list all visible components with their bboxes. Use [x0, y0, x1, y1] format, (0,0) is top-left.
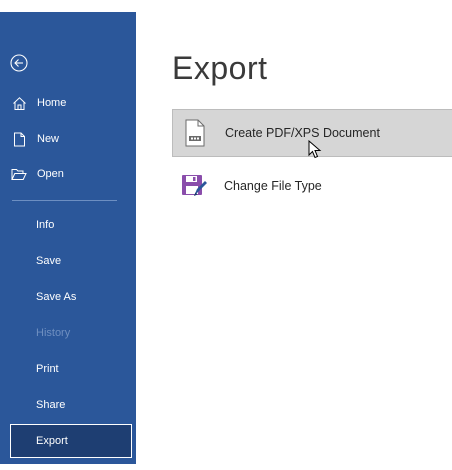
nav-print[interactable]: Print	[0, 355, 136, 383]
nav-home[interactable]: Home	[0, 89, 136, 117]
nav-share[interactable]: Share	[0, 391, 136, 419]
nav-save-as[interactable]: Save As	[0, 283, 136, 311]
nav-home-label: Home	[37, 97, 67, 109]
sidebar-divider	[12, 200, 117, 201]
page-title: Export	[172, 50, 268, 86]
nav-open[interactable]: Open	[0, 160, 136, 188]
open-folder-icon	[11, 166, 27, 182]
nav-export[interactable]: Export	[10, 424, 132, 458]
nav-history: History	[0, 319, 136, 347]
save-as-file-type-icon	[180, 171, 208, 201]
nav-history-label: History	[36, 327, 71, 339]
nav-new[interactable]: New	[0, 125, 136, 153]
nav-print-label: Print	[36, 363, 59, 375]
backstage-view: Home New Open Info Save Save As History …	[0, 0, 452, 470]
mouse-cursor-icon	[308, 140, 322, 159]
nav-share-label: Share	[36, 399, 66, 411]
new-document-icon	[11, 131, 27, 147]
nav-new-label: New	[37, 133, 60, 145]
nav-save-as-label: Save As	[36, 291, 77, 303]
back-button[interactable]	[8, 52, 30, 74]
nav-info-label: Info	[36, 219, 55, 231]
nav-info[interactable]: Info	[0, 211, 136, 239]
change-file-type-label: Change File Type	[224, 179, 322, 193]
back-arrow-circle-icon	[10, 54, 28, 72]
home-icon	[11, 95, 27, 111]
create-pdf-xps-label: Create PDF/XPS Document	[225, 126, 380, 140]
nav-save[interactable]: Save	[0, 247, 136, 275]
nav-save-label: Save	[36, 255, 62, 267]
nav-export-label: Export	[36, 435, 68, 447]
change-file-type-option[interactable]: Change File Type	[172, 162, 452, 210]
nav-open-label: Open	[37, 168, 64, 180]
pdf-document-icon	[181, 118, 209, 148]
backstage-sidebar: Home New Open Info Save Save As History …	[0, 12, 136, 464]
